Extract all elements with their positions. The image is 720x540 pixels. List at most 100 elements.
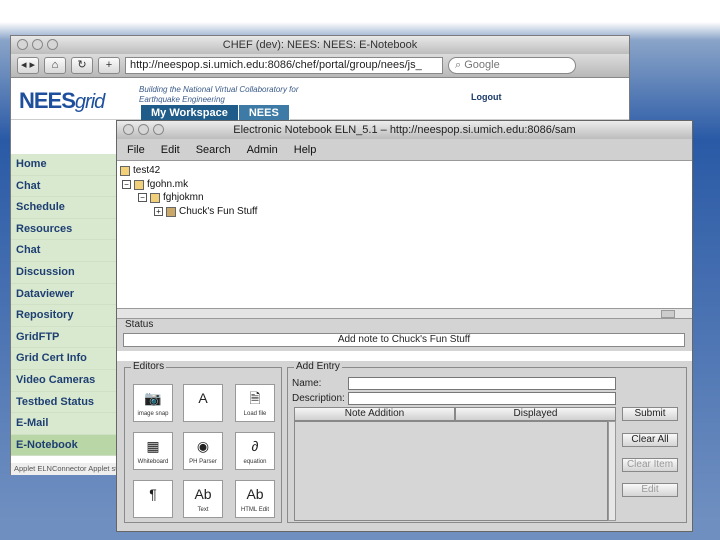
entry-table-scrollbar[interactable] [608, 421, 616, 521]
plain-text-button[interactable]: ¶ [133, 480, 173, 518]
text-button[interactable]: Ab Text [183, 480, 223, 518]
equation-button[interactable]: ∂ equation [235, 432, 275, 470]
globe-icon: ◉ [196, 438, 210, 454]
column-displayed[interactable]: Displayed [455, 407, 616, 421]
editor-label: Whiteboard [137, 459, 169, 465]
site-header: NEESgrid Building the National Virtual C… [11, 78, 629, 120]
minimize-icon[interactable] [32, 39, 43, 50]
whiteboard-icon: ▦ [146, 438, 160, 454]
description-field[interactable] [348, 392, 616, 405]
tree-label: fghjokmn [163, 192, 204, 203]
notebook-icon [120, 165, 130, 176]
logo-main: NEES [19, 88, 76, 113]
menu-file[interactable]: File [127, 139, 145, 160]
expand-icon[interactable]: + [154, 207, 163, 216]
clear-item-button[interactable]: Clear Item [622, 458, 678, 472]
tab-my-workspace[interactable]: My Workspace [141, 105, 239, 121]
neesgrid-logo[interactable]: NEESgrid [19, 88, 105, 114]
whiteboard-button[interactable]: ▦ Whiteboard [133, 432, 173, 470]
menu-help[interactable]: Help [294, 139, 317, 160]
search-placeholder: Google [464, 59, 500, 71]
abc-icon: Ab [194, 486, 212, 502]
eln-zoom-icon[interactable] [153, 124, 164, 135]
browser-titlebar: CHEF (dev): NEES: NEES: E-Notebook [11, 36, 629, 54]
sidebar-item-e-mail[interactable]: E-Mail [11, 413, 119, 435]
back-forward-button[interactable]: ◂ ▸ [17, 57, 39, 74]
menu-edit[interactable]: Edit [161, 139, 180, 160]
sidebar-item-dataviewer[interactable]: Dataviewer [11, 283, 119, 306]
reload-icon[interactable]: ↻ [71, 57, 93, 74]
editor-label: PH Parser [189, 459, 217, 465]
sidebar-item-home[interactable]: Home [11, 154, 119, 176]
tree-node-3[interactable]: + Chuck's Fun Stuff [154, 206, 257, 217]
edit-button[interactable]: Edit [622, 483, 678, 497]
add-entry-legend: Add Entry [294, 361, 342, 372]
tree-label: test42 [133, 165, 161, 176]
editors-legend: Editors [131, 361, 167, 372]
text-a-icon: A [198, 390, 208, 406]
sidebar-item-repository[interactable]: Repository [11, 305, 119, 327]
folder-icon [150, 192, 160, 203]
html-edit-button[interactable]: Ab HTML Edit [235, 480, 275, 518]
entry-table-header: Note Addition Displayed [294, 407, 616, 421]
site-tagline: Building the National Virtual Collaborat… [139, 85, 299, 104]
sidebar-item-discussion[interactable]: Discussion [11, 261, 119, 284]
clear-all-button[interactable]: Clear All [622, 433, 678, 447]
eln-title: Electronic Notebook ELN_5.1 – http://nee… [233, 124, 576, 136]
collapse-icon[interactable]: − [138, 193, 147, 202]
lower-panel: Editors 📷 image snap A 🗎 Load file ▦ Whiteb… [117, 361, 692, 531]
sidebar-item-schedule[interactable]: Schedule [11, 197, 119, 219]
tab-nees[interactable]: NEES [238, 105, 290, 121]
eln-minimize-icon[interactable] [138, 124, 149, 135]
column-note-addition[interactable]: Note Addition [294, 407, 455, 421]
tree-node-1[interactable]: − fgohn.mk [122, 179, 188, 190]
editor-label: Load file [243, 411, 267, 417]
browser-toolbar: ◂ ▸ ⌂ ↻ + http://neespop.si.umich.edu:80… [11, 54, 629, 78]
splitter-handle[interactable] [661, 310, 675, 318]
logout-link[interactable]: Logout [471, 92, 502, 102]
sidebar-item-testbed-status[interactable]: Testbed Status [11, 391, 119, 414]
entry-table[interactable] [294, 421, 608, 521]
notebook-tree: test42 − fgohn.mk − fghjokmn + Chuck's F… [117, 161, 692, 309]
tree-splitter[interactable] [117, 309, 692, 319]
status-panel: Status Add note to Chuck's Fun Stuff [117, 319, 692, 351]
sidebar-item-gridftp[interactable]: GridFTP [11, 326, 119, 349]
camera-icon: 📷 [144, 390, 162, 406]
tree-node-2[interactable]: − fghjokmn [138, 192, 204, 203]
sidebar: Home Chat Schedule Resources Chat Discus… [11, 154, 119, 457]
add-bookmark-icon[interactable]: + [98, 57, 120, 74]
image-snap-button[interactable]: 📷 image snap [133, 384, 173, 422]
close-icon[interactable] [17, 39, 28, 50]
search-input[interactable]: ⌕ Google [448, 57, 576, 74]
window-controls[interactable] [17, 39, 58, 50]
sidebar-item-resources[interactable]: Resources [11, 218, 119, 241]
status-legend: Status [123, 319, 156, 330]
sidebar-item-chat[interactable]: Chat [11, 175, 119, 198]
tree-node-root[interactable]: test42 [120, 165, 160, 176]
browser-status-bar: Applet ELNConnector Applet started [11, 463, 119, 475]
submit-button[interactable]: Submit [622, 407, 678, 421]
name-field[interactable] [348, 377, 616, 390]
eln-window-controls[interactable] [123, 124, 164, 135]
url-field[interactable]: http://neespop.si.umich.edu:8086/chef/po… [125, 57, 443, 74]
ph-parser-button[interactable]: ◉ PH Parser [183, 432, 223, 470]
sidebar-item-grid-cert-info[interactable]: Grid Cert Info [11, 348, 119, 370]
description-label: Description: [292, 393, 345, 404]
logo-sub: grid [74, 91, 105, 113]
menu-search[interactable]: Search [196, 139, 231, 160]
load-file-button[interactable]: 🗎 Load file [235, 384, 275, 422]
menu-admin[interactable]: Admin [247, 139, 278, 160]
sidebar-item-e-notebook[interactable]: E-Notebook [11, 434, 119, 457]
zoom-icon[interactable] [47, 39, 58, 50]
eln-titlebar: Electronic Notebook ELN_5.1 – http://nee… [117, 121, 692, 139]
collapse-icon[interactable]: − [122, 180, 131, 189]
eln-close-icon[interactable] [123, 124, 134, 135]
tree-label: fgohn.mk [147, 179, 189, 190]
home-icon[interactable]: ⌂ [44, 57, 66, 74]
eln-menubar: File Edit Search Admin Help [117, 139, 692, 161]
sidebar-item-chat-2[interactable]: Chat [11, 240, 119, 262]
name-label: Name: [292, 378, 322, 389]
sidebar-item-video-cameras[interactable]: Video Cameras [11, 369, 119, 392]
text-editor-button[interactable]: A [183, 384, 223, 422]
editors-panel: Editors 📷 image snap A 🗎 Load file ▦ Whiteb… [124, 361, 282, 523]
